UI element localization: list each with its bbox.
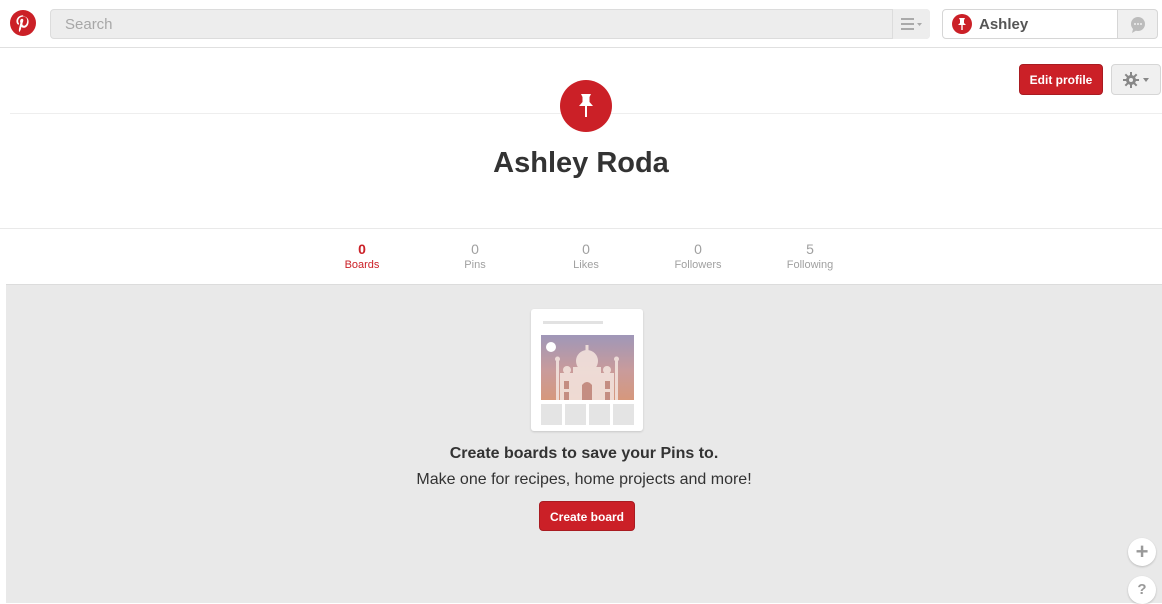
stat-label: Followers [674, 259, 722, 271]
speech-bubble-icon [1131, 17, 1145, 33]
top-navigation-bar: Ashley [0, 0, 1162, 48]
search-box [50, 9, 930, 39]
profile-avatar [560, 80, 612, 132]
edit-profile-button[interactable]: Edit profile [1019, 64, 1103, 95]
add-button[interactable]: + [1128, 538, 1156, 566]
stat-label: Boards [344, 259, 380, 271]
profile-stats-tabs: 0 Boards 0 Pins 0 Likes 0 Followers 5 Fo… [0, 228, 1162, 284]
menu-button[interactable] [892, 9, 930, 39]
tab-boards[interactable]: 0 Boards [312, 241, 412, 271]
help-button[interactable]: ? [1128, 576, 1156, 604]
empty-state-title: Create boards to save your Pins to. [449, 445, 719, 462]
settings-button[interactable] [1111, 64, 1161, 95]
empty-board-illustration [531, 309, 643, 431]
stat-count: 5 [806, 241, 814, 257]
tab-followers[interactable]: 0 Followers [648, 241, 748, 271]
menu-lines-icon [901, 18, 922, 30]
user-menu-button[interactable]: Ashley [942, 9, 1118, 39]
gear-icon [1123, 72, 1149, 88]
boards-content-area: Create boards to save your Pins to. Make… [6, 284, 1162, 604]
empty-state-subtitle: Make one for recipes, home projects and … [416, 471, 752, 488]
question-icon: ? [1137, 581, 1147, 598]
user-name: Ashley [979, 16, 1029, 33]
stat-count: 0 [694, 241, 702, 257]
stat-label: Likes [573, 259, 599, 271]
stat-count: 0 [358, 241, 366, 257]
profile-name: Ashley Roda [493, 147, 669, 179]
stat-label: Pins [464, 259, 486, 271]
user-avatar [952, 14, 972, 34]
pinterest-logo-icon[interactable] [10, 10, 36, 36]
stat-count: 0 [471, 241, 479, 257]
plus-icon: + [1135, 539, 1149, 564]
tab-likes[interactable]: 0 Likes [536, 241, 636, 271]
create-board-button[interactable]: Create board [539, 501, 635, 531]
pushpin-icon [958, 18, 966, 30]
messages-button[interactable] [1118, 9, 1158, 39]
stat-label: Following [786, 259, 834, 271]
tab-following[interactable]: 5 Following [760, 241, 860, 271]
stat-count: 0 [582, 241, 590, 257]
pushpin-icon [579, 94, 593, 117]
tab-pins[interactable]: 0 Pins [425, 241, 525, 271]
search-input[interactable] [63, 10, 863, 38]
